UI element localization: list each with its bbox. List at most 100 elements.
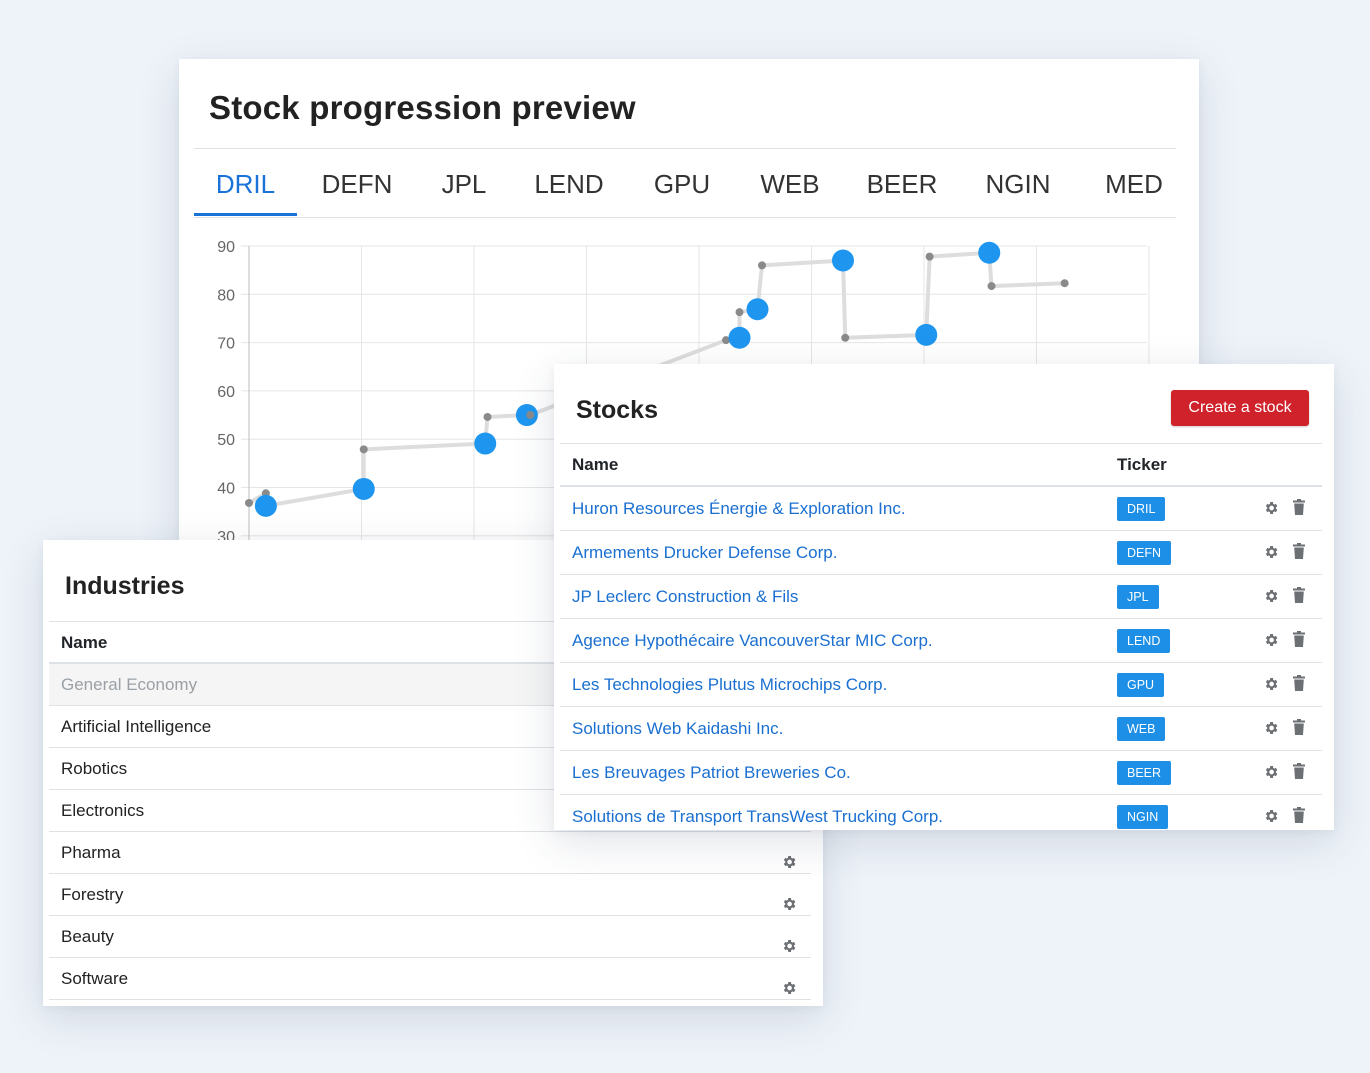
stock-name-link[interactable]: Solutions Web Kaidashi Inc. bbox=[572, 707, 783, 751]
y-tick-label: 60 bbox=[217, 384, 235, 401]
trash-icon[interactable] bbox=[1293, 719, 1305, 735]
industry-row: Software bbox=[49, 958, 811, 1000]
stock-row: Agence Hypothécaire VancouverStar MIC Co… bbox=[560, 619, 1322, 663]
gear-icon[interactable] bbox=[1263, 544, 1279, 560]
ticker-badge: LEND bbox=[1117, 629, 1171, 653]
tab-gpu[interactable]: GPU bbox=[642, 149, 722, 216]
stock-row: Armements Drucker Defense Corp. DEFN bbox=[560, 531, 1322, 575]
y-tick-label: 90 bbox=[217, 239, 235, 256]
tab-lend[interactable]: LEND bbox=[524, 149, 614, 216]
stocks-table-header: Name Ticker bbox=[560, 443, 1322, 487]
data-point-small bbox=[1060, 279, 1069, 288]
industries-title: Industries bbox=[65, 572, 185, 600]
gear-icon[interactable] bbox=[781, 970, 797, 994]
data-point bbox=[352, 477, 375, 500]
data-point bbox=[978, 241, 1001, 264]
ticker-badge: JPL bbox=[1117, 585, 1159, 609]
tab-dril[interactable]: DRIL bbox=[194, 149, 297, 216]
data-point-small bbox=[245, 498, 253, 507]
tab-beer[interactable]: BEER bbox=[858, 149, 946, 216]
data-point bbox=[474, 432, 497, 455]
data-point bbox=[915, 323, 938, 346]
trash-icon[interactable] bbox=[1293, 675, 1305, 691]
stock-name-link[interactable]: Huron Resources Énergie & Exploration In… bbox=[572, 487, 906, 531]
industry-name: Electronics bbox=[61, 801, 145, 820]
gear-icon[interactable] bbox=[1263, 764, 1279, 780]
gear-icon[interactable] bbox=[781, 844, 797, 868]
trash-icon[interactable] bbox=[1293, 631, 1305, 647]
stock-row: Huron Resources Énergie & Exploration In… bbox=[560, 487, 1322, 531]
stocks-rows: Huron Resources Énergie & Exploration In… bbox=[560, 487, 1322, 830]
tab-med[interactable]: MED bbox=[1092, 149, 1176, 216]
industry-name: General Economy bbox=[61, 675, 198, 694]
stocks-table: Name Ticker Huron Resources Énergie & Ex… bbox=[560, 443, 1322, 830]
data-point-small bbox=[526, 411, 535, 420]
data-point-small bbox=[483, 412, 492, 421]
stocks-header-ticker: Ticker bbox=[1117, 455, 1167, 474]
ticker-badge: GPU bbox=[1117, 673, 1165, 697]
gear-icon[interactable] bbox=[781, 928, 797, 952]
y-tick-label: 70 bbox=[217, 336, 235, 353]
data-point-small bbox=[987, 282, 996, 291]
gear-icon[interactable] bbox=[781, 886, 797, 910]
industry-name: Forestry bbox=[61, 885, 124, 904]
stocks-card: Stocks Create a stock Name Ticker Huron … bbox=[554, 364, 1334, 830]
chart-card-title: Stock progression preview bbox=[209, 89, 636, 126]
data-point-small bbox=[359, 445, 368, 454]
industry-name: Pharma bbox=[61, 843, 121, 862]
gear-icon[interactable] bbox=[1263, 676, 1279, 692]
gear-icon[interactable] bbox=[1263, 588, 1279, 604]
data-point bbox=[254, 494, 277, 517]
tab-ngin[interactable]: NGIN bbox=[972, 149, 1064, 216]
gear-icon[interactable] bbox=[1263, 808, 1279, 824]
stock-name-link[interactable]: Armements Drucker Defense Corp. bbox=[572, 531, 837, 575]
industry-row: Forestry bbox=[49, 874, 811, 916]
gear-icon[interactable] bbox=[1263, 720, 1279, 736]
trash-icon[interactable] bbox=[1293, 763, 1305, 779]
data-point-small bbox=[758, 261, 766, 270]
trash-icon[interactable] bbox=[1293, 499, 1305, 515]
data-point bbox=[832, 249, 854, 272]
industry-row: Pharma bbox=[49, 832, 811, 874]
ticker-badge: DRIL bbox=[1117, 497, 1166, 521]
industry-name: Beauty bbox=[61, 927, 114, 946]
stock-row: Solutions de Transport TransWest Truckin… bbox=[560, 795, 1322, 830]
data-point bbox=[746, 298, 769, 321]
ticker-tabs: DRIL DEFN JPL LEND GPU WEB BEER NGIN MED bbox=[194, 148, 1176, 218]
stock-name-link[interactable]: Solutions de Transport TransWest Truckin… bbox=[572, 795, 943, 830]
industry-row: Beauty bbox=[49, 916, 811, 958]
stock-name-link[interactable]: Agence Hypothécaire VancouverStar MIC Co… bbox=[572, 619, 933, 663]
stock-name-link[interactable]: JP Leclerc Construction & Fils bbox=[572, 575, 798, 619]
ticker-badge: BEER bbox=[1117, 761, 1172, 785]
data-point-small bbox=[735, 308, 744, 317]
industry-name: Robotics bbox=[61, 759, 128, 778]
create-stock-button[interactable]: Create a stock bbox=[1171, 390, 1309, 426]
ticker-badge: NGIN bbox=[1117, 805, 1169, 829]
stock-name-link[interactable]: Les Technologies Plutus Microchips Corp. bbox=[572, 663, 887, 707]
ticker-badge: WEB bbox=[1117, 717, 1166, 741]
tab-defn[interactable]: DEFN bbox=[306, 149, 408, 216]
y-tick-label: 40 bbox=[217, 481, 235, 498]
tab-jpl[interactable]: JPL bbox=[424, 149, 504, 216]
stocks-header-name: Name bbox=[572, 455, 619, 474]
y-tick-label: 80 bbox=[217, 287, 235, 304]
ticker-badge: DEFN bbox=[1117, 541, 1172, 565]
y-axis-ticks: 30405060708090 bbox=[217, 239, 235, 546]
stock-row: Les Technologies Plutus Microchips Corp.… bbox=[560, 663, 1322, 707]
trash-icon[interactable] bbox=[1293, 807, 1305, 823]
stock-row: Les Breuvages Patriot Breweries Co. BEER bbox=[560, 751, 1322, 795]
gear-icon[interactable] bbox=[1263, 500, 1279, 516]
gear-icon[interactable] bbox=[1263, 632, 1279, 648]
trash-icon[interactable] bbox=[1293, 587, 1305, 603]
stock-row: JP Leclerc Construction & Fils JPL bbox=[560, 575, 1322, 619]
y-tick-label: 50 bbox=[217, 432, 235, 449]
data-point-small bbox=[925, 252, 934, 261]
trash-icon[interactable] bbox=[1293, 543, 1305, 559]
tab-web[interactable]: WEB bbox=[750, 149, 830, 216]
data-point-small bbox=[841, 333, 850, 342]
stock-name-link[interactable]: Les Breuvages Patriot Breweries Co. bbox=[572, 751, 851, 795]
data-point bbox=[728, 326, 751, 349]
stock-row: Solutions Web Kaidashi Inc. WEB bbox=[560, 707, 1322, 751]
industry-name: Software bbox=[61, 969, 129, 988]
industry-name: Artificial Intelligence bbox=[61, 717, 212, 736]
